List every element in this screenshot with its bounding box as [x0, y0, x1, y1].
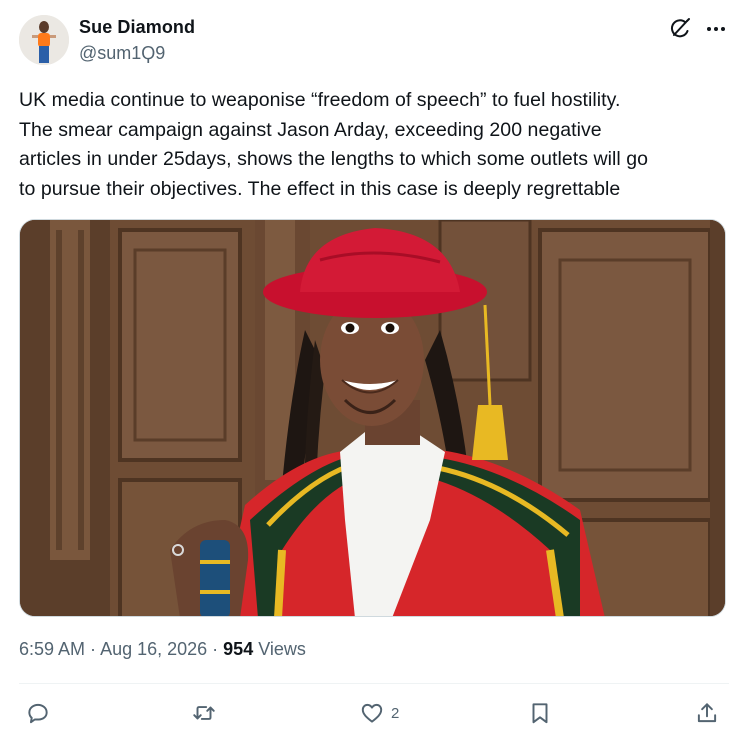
meta-separator: ·	[207, 639, 224, 659]
tweet-meta: 6:59 AM · Aug 16, 2026 · 954 Views	[19, 639, 306, 660]
reply-button[interactable]	[25, 700, 51, 726]
views-label: Views	[253, 639, 306, 659]
tweet-text: UK media continue to weaponise “freedom …	[19, 86, 734, 204]
tweet-text-line: UK media continue to weaponise “freedom …	[19, 89, 621, 111]
tweet-text-line: The smear campaign against Jason Arday, …	[19, 118, 602, 141]
avatar[interactable]	[19, 15, 69, 65]
author-name[interactable]: Sue Diamond	[79, 17, 195, 38]
tweet-text-line: to pursue their objectives. The effect i…	[19, 177, 621, 200]
tweet-card: Sue Diamond @sum1Ϙ9 UK media continue to…	[0, 0, 748, 745]
repost-button[interactable]	[191, 700, 217, 726]
share-upload-icon	[697, 703, 717, 723]
author-handle[interactable]: @sum1Ϙ9	[79, 43, 165, 64]
bookmark-icon	[532, 703, 548, 724]
tweet-time[interactable]: 6:59 AM	[19, 639, 85, 659]
like-count: 2	[391, 704, 400, 722]
speech-bubble-icon	[28, 703, 48, 724]
like-button[interactable]: 2	[359, 700, 399, 726]
more-horizontal-icon[interactable]	[703, 16, 729, 42]
divider	[19, 683, 729, 684]
tweet-date[interactable]: Aug 16, 2026	[100, 639, 207, 659]
bookmark-button[interactable]	[527, 700, 553, 726]
views-count: 954	[223, 639, 254, 659]
grok-icon[interactable]	[668, 17, 692, 41]
tweet-photo[interactable]	[19, 219, 726, 617]
share-button[interactable]	[694, 700, 720, 726]
repost-arrows-icon	[193, 706, 215, 720]
meta-separator: ·	[85, 639, 101, 659]
tweet-text-line: articles in under 25days, shows the leng…	[19, 148, 649, 170]
heart-icon	[361, 703, 383, 723]
